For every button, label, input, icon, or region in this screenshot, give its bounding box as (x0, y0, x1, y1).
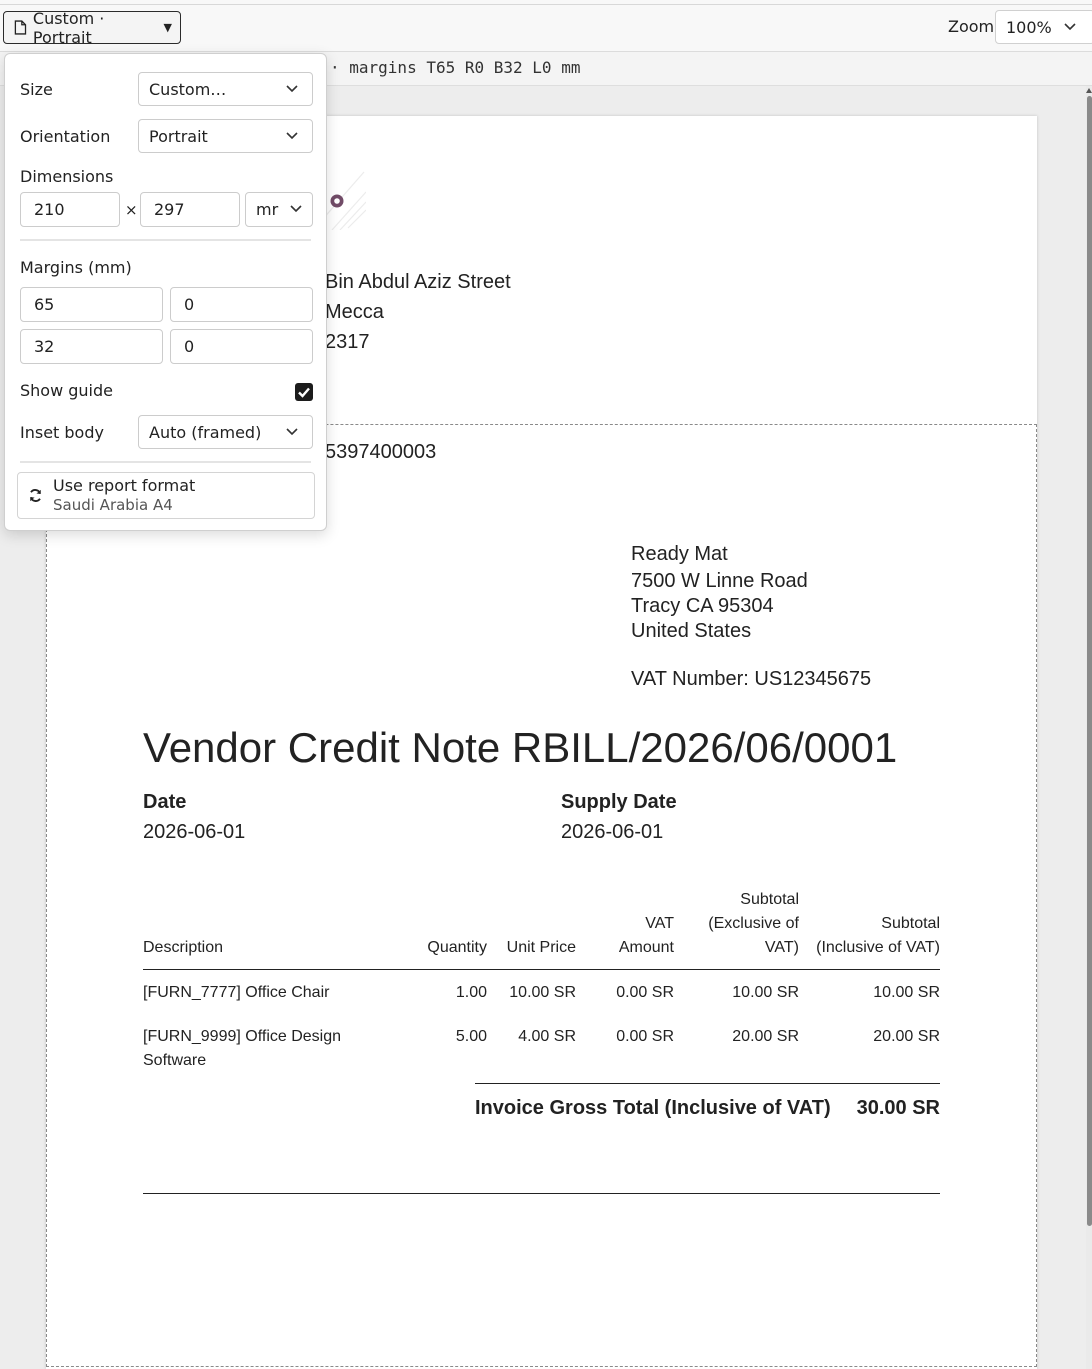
col-header-subtotal-excl-line3: VAT) (764, 939, 799, 956)
scrollbar-thumb[interactable] (1087, 96, 1092, 1226)
supply-date-value: 2026-06-01 (561, 821, 664, 843)
row-2-quantity: 5.00 (455, 1028, 487, 1045)
col-header-description: Description (143, 939, 224, 956)
times-sign: × (125, 201, 138, 219)
margin-left-input[interactable] (170, 329, 313, 364)
vendor-name: Ready Mat (631, 543, 728, 565)
footer-rule (143, 1193, 940, 1194)
page-format-button[interactable]: Custom · Portrait ▼ (3, 8, 181, 47)
company-vat-number: 5397400003 (325, 441, 437, 463)
total-value: 30.00 SR (856, 1097, 940, 1119)
vendor-city: Tracy CA 95304 (631, 595, 774, 617)
zoom-value: 100% (1006, 18, 1052, 37)
row-2-unit-price: 4.00 SR (518, 1028, 576, 1045)
report-format-subtitle: Saudi Arabia A4 (53, 496, 173, 514)
use-report-format-button[interactable]: Use report format Saudi Arabia A4 (17, 472, 315, 519)
date-value: 2026-06-01 (143, 821, 246, 843)
show-guide-checkbox[interactable] (295, 383, 313, 401)
margin-right-input[interactable] (170, 287, 313, 322)
row-1-subtotal-incl: 10.00 SR (873, 984, 940, 1001)
company-address-city: Mecca (325, 301, 384, 323)
table-header-rule (143, 969, 940, 970)
col-header-unit-price: Unit Price (506, 939, 576, 956)
refresh-icon (29, 489, 42, 502)
date-label: Date (143, 791, 187, 813)
size-select[interactable]: Custom… (138, 72, 313, 106)
page-setup-popover: Size Custom… Orientation Portrait Dimens… (4, 53, 327, 531)
chevron-down-icon (286, 428, 298, 436)
popover-divider (20, 239, 311, 241)
col-header-vat-amount-line2: Amount (618, 939, 674, 956)
document-icon (14, 20, 27, 35)
caret-down-icon: ▼ (163, 21, 172, 34)
unit-select[interactable]: mr (245, 192, 313, 227)
row-2-vat-amount: 0.00 SR (616, 1028, 674, 1045)
inset-body-value: Auto (framed) (149, 423, 262, 442)
orientation-label: Orientation (20, 127, 111, 146)
col-header-vat-amount-line1: VAT (645, 915, 674, 932)
company-address-street: Bin Abdul Aziz Street (325, 271, 511, 293)
unit-value: mr (256, 200, 279, 219)
checkmark-icon (298, 387, 310, 398)
top-toolbar: Custom · Portrait ▼ Zoom 100% (0, 0, 1092, 52)
page-format-label: Custom · Portrait (32, 8, 105, 47)
chevron-down-icon (1064, 23, 1076, 31)
row-1-subtotal-excl: 10.00 SR (732, 984, 799, 1001)
margin-bottom-input[interactable] (20, 329, 163, 364)
row-1-quantity: 1.00 (455, 984, 487, 1001)
inset-body-label: Inset body (20, 423, 104, 442)
row-2-subtotal-incl: 20.00 SR (873, 1028, 940, 1045)
zoom-label: Zoom (948, 17, 995, 36)
row-1-unit-price: 10.00 SR (509, 984, 576, 1001)
row-2-description-line2: Software (143, 1052, 207, 1069)
vendor-street: 7500 W Linne Road (631, 570, 808, 592)
row-2-subtotal-excl: 20.00 SR (732, 1028, 799, 1045)
total-label: Invoice Gross Total (Inclusive of VAT) (475, 1097, 831, 1119)
size-value: Custom… (149, 80, 227, 99)
company-address-zip: 2317 (325, 331, 370, 353)
popover-divider (20, 461, 311, 463)
size-label: Size (20, 80, 53, 99)
document-title: Vendor Credit Note RBILL/2026/06/0001 (143, 724, 898, 771)
dimensions-label: Dimensions (20, 167, 114, 186)
scroll-up-arrow-icon[interactable] (1086, 88, 1092, 93)
width-input[interactable] (20, 192, 120, 227)
chevron-down-icon (286, 85, 298, 93)
col-header-subtotal-excl-line1: Subtotal (740, 891, 799, 908)
row-2-description-line1: [FURN_9999] Office Design (143, 1028, 342, 1045)
col-header-subtotal-excl-line2: (Exclusive of (708, 915, 799, 932)
col-header-subtotal-incl-line2: (Inclusive of VAT) (816, 939, 940, 956)
col-header-quantity: Quantity (427, 939, 487, 956)
row-1-vat-amount: 0.00 SR (616, 984, 674, 1001)
margin-top-input[interactable] (20, 287, 163, 322)
orientation-select[interactable]: Portrait (138, 119, 313, 153)
margins-label: Margins (mm) (20, 258, 132, 277)
show-guide-label: Show guide (20, 381, 113, 400)
row-1-description: [FURN_7777] Office Chair (143, 984, 330, 1001)
toolbar-top-line (0, 4, 1092, 5)
zoom-select[interactable]: 100% (995, 10, 1092, 44)
vendor-vat-number: VAT Number: US12345675 (631, 668, 872, 690)
chevron-down-icon (290, 205, 302, 213)
orientation-value: Portrait (149, 127, 208, 146)
total-rule (475, 1083, 940, 1084)
supply-date-label: Supply Date (561, 791, 677, 813)
col-header-subtotal-incl-line1: Subtotal (881, 915, 940, 932)
chevron-down-icon (286, 132, 298, 140)
report-format-title: Use report format (53, 476, 196, 495)
inset-body-select[interactable]: Auto (framed) (138, 415, 313, 449)
height-input[interactable] (140, 192, 240, 227)
vendor-country: United States (631, 620, 752, 642)
margins-info-text: · margins T65 R0 B32 L0 mm (330, 58, 581, 77)
